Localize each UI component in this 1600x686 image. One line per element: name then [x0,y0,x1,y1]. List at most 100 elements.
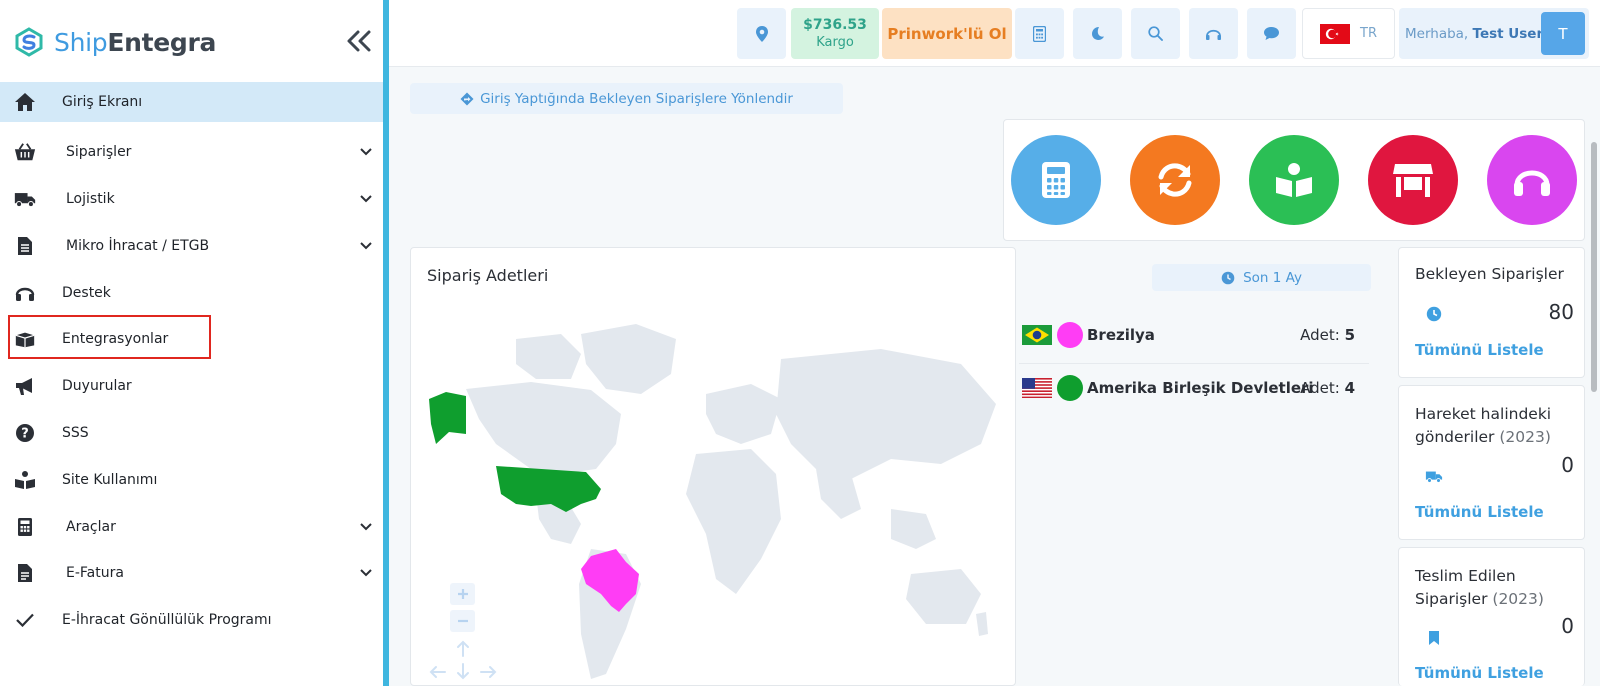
redirect-label: Giriş Yaptığında Bekleyen Siparişlere Yö… [480,90,793,107]
sidebar-item-e-invoice[interactable]: E-Fatura [0,550,383,597]
country-qty: Adet: 4 [1300,379,1355,397]
collapse-sidebar-button[interactable] [344,26,374,56]
avatar[interactable]: T [1541,12,1585,55]
sidebar-edge [383,0,389,686]
quick-guide-button[interactable] [1249,135,1339,225]
sidebar-item-faq[interactable]: ? SSS [0,410,383,457]
reader-icon [1276,163,1312,197]
location-pin-icon [755,25,768,42]
country-name: Brezilya [1087,326,1155,344]
quick-calculator-button[interactable] [1011,135,1101,225]
calculator-icon [1042,162,1070,198]
search-icon [1148,26,1163,41]
box-icon [14,328,36,350]
sidebar: ShipEntegra Giriş Ekranı Siparişler Loji… [0,0,383,686]
sidebar-item-label: Mikro İhracat / ETGB [66,237,210,254]
chevron-down-icon [359,520,373,534]
sidebar-item-announcements[interactable]: Duyurular [0,363,383,410]
sidebar-item-logistics[interactable]: Lojistik [0,176,383,223]
country-row-brazil[interactable]: Brezilya Adet: 5 [1019,315,1367,355]
sidebar-item-label: Siparişler [66,144,132,161]
map-zoom-out-button[interactable] [450,610,475,632]
map-pan-arrows-icon[interactable] [428,639,498,681]
orders-card-title: Sipariş Adetleri [427,266,549,285]
logo[interactable]: ShipEntegra [14,24,216,60]
sidebar-nav: Giriş Ekranı Siparişler Lojistik Mikro İ… [0,82,383,644]
chevron-down-icon [359,566,373,580]
sidebar-item-label: Entegrasyonlar [62,331,169,348]
map-zoom-in-button[interactable] [450,583,475,605]
dark-mode-button[interactable] [1073,8,1122,59]
megaphone-icon [14,375,36,397]
language-code: TR [1360,26,1377,41]
truck-icon [1425,467,1443,485]
list-all-link[interactable]: Tümünü Listele [1415,664,1544,682]
clock-icon [1425,305,1443,323]
scrollbar-thumb[interactable] [1591,142,1597,392]
stat-title: Teslim Edilen Siparişler (2023) [1415,567,1544,608]
sidebar-item-label: Araçlar [66,518,116,535]
store-icon [1393,164,1433,197]
sidebar-item-label: E-İhracat Gönüllülük Programı [62,612,272,629]
moon-icon [1092,27,1104,40]
chat-bubble-icon [1264,27,1279,40]
sidebar-item-site-usage[interactable]: Site Kullanımı [0,456,383,503]
stat-value: 0 [1561,453,1574,477]
page-scrollbar[interactable] [1588,67,1600,686]
chevron-down-icon [359,239,373,253]
sidebar-item-label: Duyurular [62,378,132,395]
question-icon: ? [14,422,36,444]
country-color-dot [1057,322,1083,348]
check-icon [14,609,36,631]
stat-title: Bekleyen Siparişler [1415,265,1564,283]
headset-icon [1514,170,1550,196]
sidebar-item-micro-export[interactable]: Mikro İhracat / ETGB [0,222,383,269]
quick-store-button[interactable] [1368,135,1458,225]
world-map[interactable] [421,294,1014,686]
sidebar-item-support[interactable]: Destek [0,269,383,316]
chevron-down-icon [359,192,373,206]
sidebar-item-integrations[interactable]: Entegrasyonlar [0,316,383,363]
search-button[interactable] [1131,8,1180,59]
period-label: Son 1 Ay [1243,269,1302,286]
reader-icon [14,469,36,491]
country-row-usa[interactable]: Amerika Birleşik Devletleri Adet: 4 [1019,368,1367,408]
logo-text: ShipEntegra [54,27,217,57]
stat-card-delivered-orders: Teslim Edilen Siparişler (2023) 0 Tümünü… [1398,547,1585,686]
quick-support-button[interactable] [1487,135,1577,225]
sidebar-item-orders[interactable]: Siparişler [0,129,383,176]
bookmark-icon [1425,629,1443,647]
prinwork-button[interactable]: Prinwork'lü Ol [882,8,1012,59]
invoice-icon [14,562,36,584]
sidebar-item-label: Site Kullanımı [62,471,158,488]
location-button[interactable] [737,8,786,59]
minus-icon [457,619,468,623]
list-all-link[interactable]: Tümünü Listele [1415,341,1544,359]
sidebar-item-label: Giriş Ekranı [62,94,143,110]
period-filter-button[interactable]: Son 1 Ay [1152,264,1371,291]
country-color-dot [1057,375,1083,401]
quick-refresh-button[interactable] [1130,135,1220,225]
redirect-pending-orders-button[interactable]: Giriş Yaptığında Bekleyen Siparişlere Yö… [410,83,843,114]
sidebar-item-e-export-program[interactable]: E-İhracat Gönüllülük Programı [0,597,383,644]
messages-button[interactable] [1247,8,1296,59]
sidebar-item-tools[interactable]: Araçlar [0,503,383,550]
sidebar-item-home[interactable]: Giriş Ekranı [0,82,383,122]
stat-title: Hareket halindeki gönderiler (2023) [1415,405,1552,446]
language-selector[interactable]: TR [1302,8,1395,59]
stat-value: 0 [1561,614,1574,638]
balance-button[interactable]: $736.53 Kargo [791,8,879,59]
calculator-button[interactable] [1015,8,1064,59]
sidebar-item-label: Destek [62,284,111,301]
double-chevron-left-icon [347,30,371,52]
user-menu[interactable]: Merhaba, Test User T [1399,8,1589,59]
sidebar-item-label: E-Fatura [66,565,124,582]
svg-text:?: ? [21,426,29,441]
support-button[interactable] [1189,8,1238,59]
user-name: Test User [1472,25,1544,42]
shipentegra-logo-icon [15,27,43,57]
balance-amount: $736.53 [803,16,867,33]
truck-icon [14,188,36,210]
topbar: $736.53 Kargo Prinwork'lü Ol TR Merhaba,… [389,0,1600,67]
list-all-link[interactable]: Tümünü Listele [1415,503,1544,521]
